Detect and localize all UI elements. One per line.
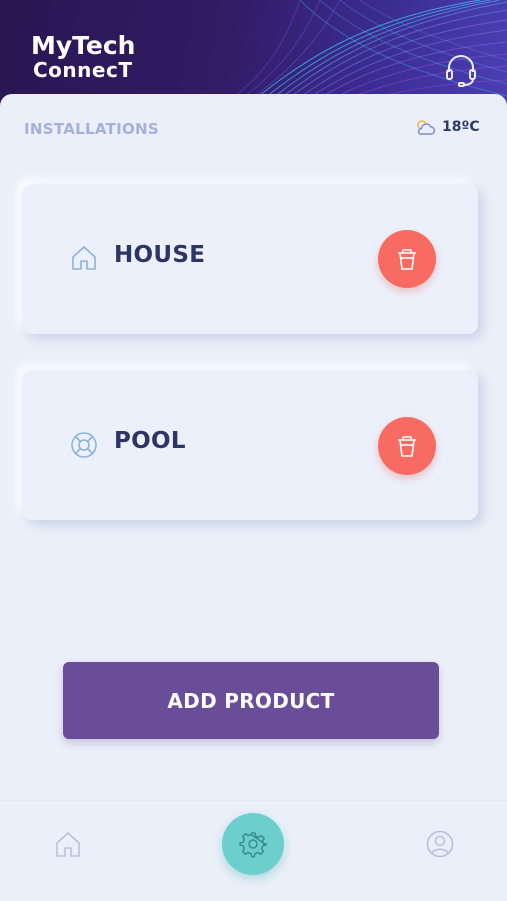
lifebuoy-icon xyxy=(71,432,97,458)
trash-icon xyxy=(398,249,416,270)
app-logo: MyTech ConnecT xyxy=(31,31,136,82)
settings-icon xyxy=(239,832,267,858)
weather-widget: 18ºC xyxy=(414,118,480,136)
profile-icon[interactable] xyxy=(425,829,455,859)
temperature-value: 18ºC xyxy=(442,119,480,135)
delete-pool-button[interactable] xyxy=(378,417,436,475)
trash-icon xyxy=(398,436,416,457)
support-headset-icon[interactable] xyxy=(443,52,479,88)
installation-card-house[interactable]: HOUSE xyxy=(22,184,478,334)
add-product-button[interactable]: ADD PRODUCT xyxy=(63,662,439,739)
logo-line2: ConnecT xyxy=(33,58,133,82)
installation-card-pool[interactable]: POOL xyxy=(22,370,478,520)
settings-button[interactable] xyxy=(222,813,284,875)
delete-house-button[interactable] xyxy=(378,230,436,288)
installation-label: HOUSE xyxy=(114,242,206,268)
section-title: INSTALLATIONS xyxy=(24,120,159,138)
installation-label: POOL xyxy=(114,428,186,454)
house-icon xyxy=(72,246,96,270)
partly-cloudy-icon xyxy=(417,120,436,135)
home-icon[interactable] xyxy=(53,829,83,859)
logo-line1: MyTech xyxy=(31,31,136,60)
